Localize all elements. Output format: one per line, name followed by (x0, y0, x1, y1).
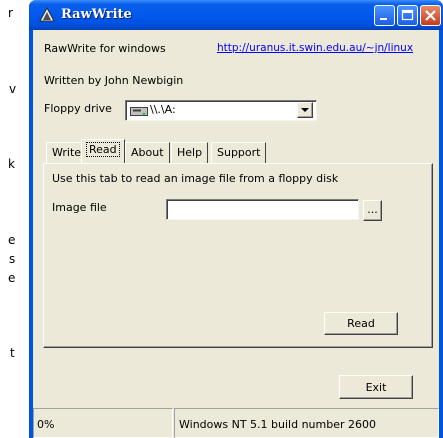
maximize-button[interactable] (397, 5, 418, 26)
read-button-label: Read (347, 317, 375, 330)
maximize-icon (401, 9, 414, 21)
status-message: Windows NT 5.1 build number 2600 (174, 408, 439, 438)
status-bar: 0% Windows NT 5.1 build number 2600 (33, 408, 439, 438)
title-bar[interactable]: RawWrite (29, 0, 443, 30)
floppy-drive-icon (130, 107, 148, 116)
background-text: r (8, 6, 13, 20)
tab-write-label: Write (52, 146, 82, 159)
window-client-area: RawWrite for windows http://uranus.it.sw… (33, 30, 439, 438)
exit-button-label: Exit (365, 381, 387, 394)
tab-support[interactable]: Support (211, 142, 267, 163)
chevron-down-icon (301, 108, 309, 112)
browse-button[interactable]: ... (363, 200, 382, 221)
window-title: RawWrite (61, 7, 132, 22)
background-text: k (8, 157, 15, 171)
minimize-button[interactable] (374, 5, 395, 26)
floppy-drive-label: Floppy drive (44, 102, 112, 115)
status-progress: 0% (33, 408, 173, 438)
rawwrite-window: RawWrite RawWrite for windows http://ura… (29, 0, 443, 438)
read-tab-panel: Use this tab to read an image file from … (43, 163, 433, 348)
background-text: t (10, 346, 15, 360)
close-icon (425, 10, 436, 21)
tab-read-label: Read (86, 142, 120, 157)
floppy-drive-value: \\.\A: (150, 103, 176, 116)
floppy-drive-select[interactable]: \\.\A: (125, 100, 317, 121)
tab-help[interactable]: Help (171, 142, 209, 163)
tab-help-label: Help (177, 146, 203, 159)
tab-strip: Write Read About Help Support (43, 139, 343, 165)
image-file-label: Image file (52, 201, 107, 214)
background-text: e (8, 233, 16, 247)
homepage-link[interactable]: http://uranus.it.swin.edu.au/~jn/linux (217, 42, 413, 54)
background-text: e (8, 271, 16, 285)
tab-read[interactable]: Read (81, 139, 125, 163)
app-label: RawWrite for windows (44, 42, 166, 55)
browse-button-label: ... (367, 203, 378, 216)
tab-about[interactable]: About (125, 142, 170, 163)
read-description: Use this tab to read an image file from … (52, 172, 339, 185)
minimize-icon (380, 18, 387, 20)
tab-support-label: Support (217, 146, 261, 159)
background-text: s (9, 252, 16, 266)
rawwrite-app-icon (39, 7, 55, 22)
background-text: v (9, 82, 17, 96)
tab-about-label: About (131, 146, 164, 159)
floppy-drive-dropdown-button[interactable] (297, 102, 313, 118)
close-button[interactable] (420, 5, 441, 26)
author-label: Written by John Newbigin (44, 74, 184, 87)
exit-button[interactable]: Exit (339, 375, 413, 399)
image-file-input[interactable] (166, 199, 359, 220)
read-button[interactable]: Read (324, 312, 398, 335)
